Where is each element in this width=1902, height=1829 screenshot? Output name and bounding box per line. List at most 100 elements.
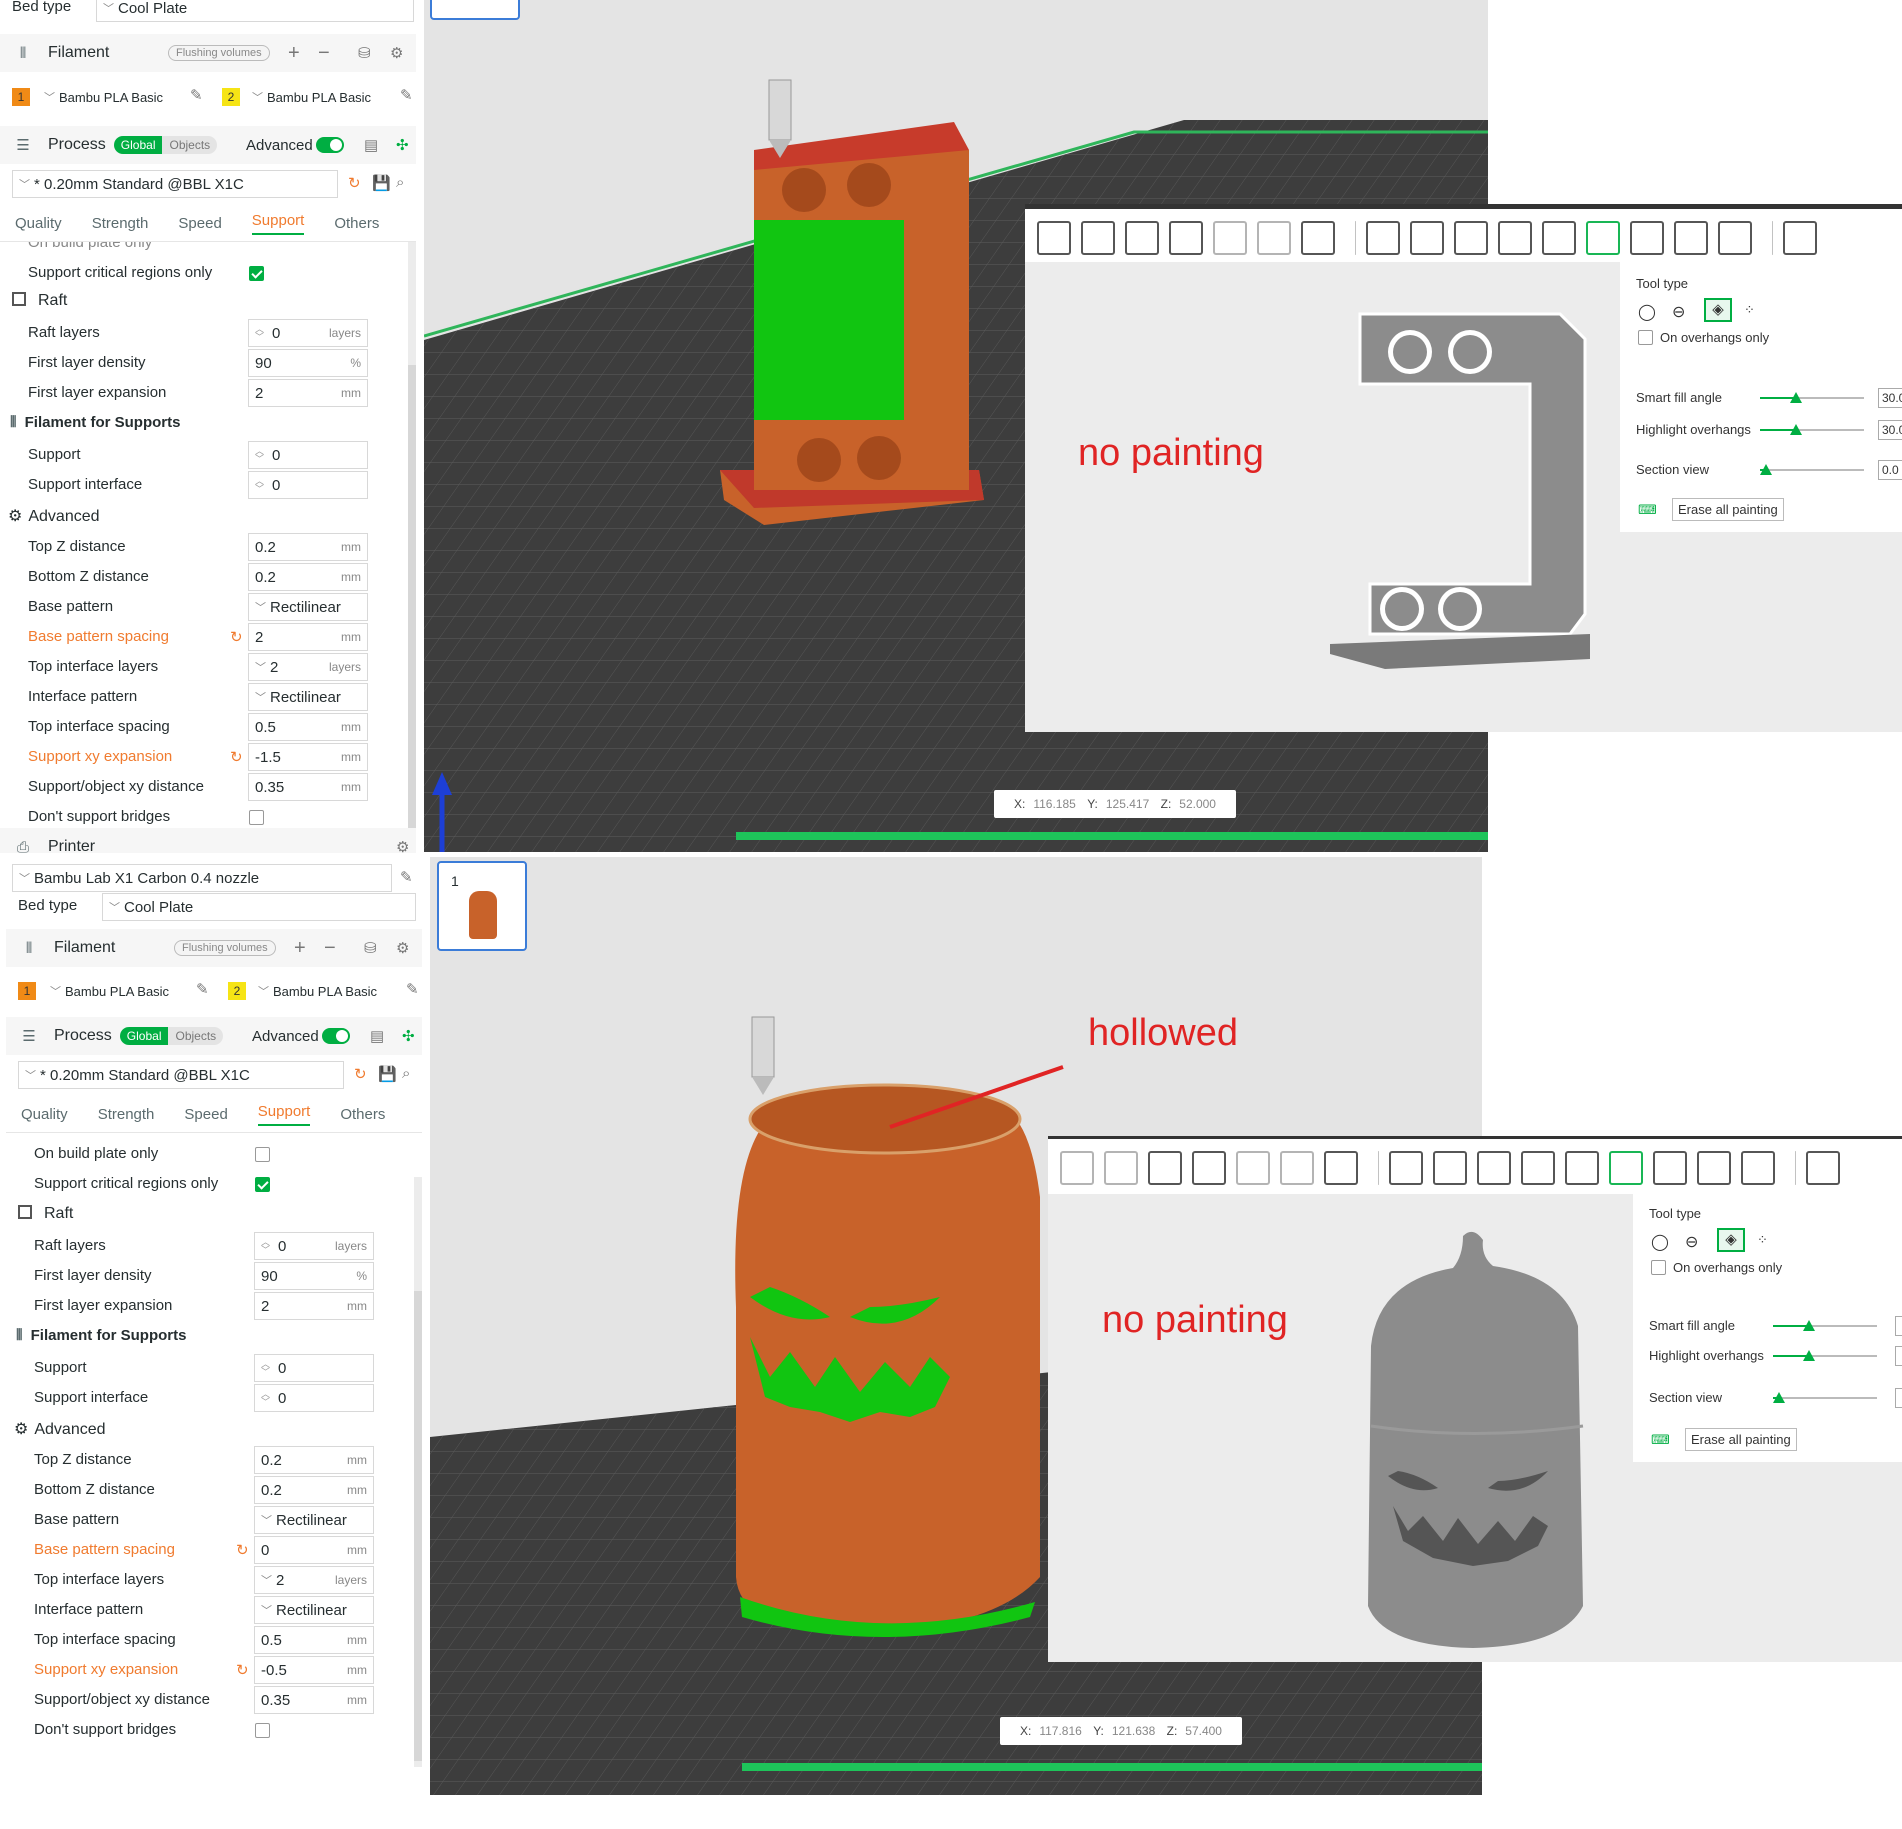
keyboard-icon[interactable]: ⌨ (1651, 1432, 1670, 1448)
filament-2-badge[interactable]: 2 (222, 88, 240, 106)
grid-icon[interactable] (1104, 1151, 1138, 1185)
remove-filament-icon[interactable]: − (324, 937, 336, 960)
raft-layers-input[interactable]: ︿ ﹀ 0 layers (254, 1232, 374, 1260)
remove-filament-icon[interactable]: − (318, 42, 330, 65)
section-view-slider[interactable] (1760, 469, 1864, 471)
tab-quality[interactable]: Quality (21, 1106, 68, 1123)
reset-icon[interactable]: ↻ (354, 1065, 367, 1083)
plate-icon[interactable] (1213, 221, 1247, 255)
objects-option[interactable]: Objects (162, 136, 218, 154)
rotate-icon[interactable] (1433, 1151, 1467, 1185)
interface-pattern-select[interactable]: ﹀ Rectilinear (248, 683, 368, 711)
first-layer-density-input[interactable]: 90% (254, 1262, 374, 1290)
filament-2-select[interactable]: ﹀ Bambu PLA Basic (246, 83, 392, 111)
scale-icon[interactable] (1477, 1151, 1511, 1185)
filament-1-select[interactable]: ﹀ Bambu PLA Basic (44, 977, 190, 1005)
erase-all-painting-button[interactable]: Erase all painting (1672, 498, 1784, 521)
support-paint-icon[interactable] (1609, 1151, 1643, 1185)
object-xy-distance-input[interactable]: 0.35 mm (254, 1686, 374, 1714)
support-filament-input[interactable]: ︿ ﹀ 0 (248, 441, 368, 469)
filament-1-badge[interactable]: 1 (12, 88, 30, 106)
plate-p-icon[interactable] (1257, 221, 1291, 255)
reset-icon[interactable]: ↻ (230, 748, 243, 766)
global-option[interactable]: Global (119, 1027, 169, 1045)
text-icon[interactable] (1697, 1151, 1731, 1185)
process-preset-select[interactable]: ﹀ * 0.20mm Standard @BBL X1C (12, 170, 338, 198)
smart-fill-slider[interactable] (1773, 1325, 1877, 1327)
bottom-z-input[interactable]: 0.2 mm (248, 563, 368, 591)
top-interface-spacing-input[interactable]: 0.5 mm (254, 1626, 374, 1654)
cut-icon[interactable] (1542, 221, 1576, 255)
critical-regions-checkbox[interactable] (255, 1177, 270, 1192)
filament-1-badge[interactable]: 1 (18, 982, 36, 1000)
reset-icon[interactable]: ↻ (348, 174, 361, 192)
list-icon[interactable]: ▤ (364, 136, 378, 154)
grid-icon[interactable] (1081, 221, 1115, 255)
plate-p-icon[interactable] (1280, 1151, 1314, 1185)
top-z-input[interactable]: 0.2 mm (254, 1446, 374, 1474)
slider-handle[interactable] (1773, 1392, 1785, 1403)
move-icon[interactable] (1366, 221, 1400, 255)
gap-fill-icon[interactable]: ⁘ (1757, 1232, 1768, 1248)
tab-others[interactable]: Others (340, 1106, 385, 1123)
raft-layers-input[interactable]: ︿ ﹀ 0 layers (248, 319, 368, 347)
tab-strength[interactable]: Strength (98, 1106, 155, 1123)
lay-on-face-icon[interactable] (1498, 221, 1532, 255)
first-layer-density-input[interactable]: 90% (248, 349, 368, 377)
dont-support-bridges-checkbox[interactable] (255, 1723, 270, 1738)
reset-icon[interactable]: ↻ (230, 628, 243, 646)
plate-thumbnail[interactable] (430, 0, 520, 20)
base-pattern-spacing-input[interactable]: 0 mm (254, 1536, 374, 1564)
filament-1-select[interactable]: ﹀ Bambu PLA Basic (38, 83, 184, 111)
edit-icon[interactable]: ✎ (400, 868, 413, 886)
move-icon[interactable] (1389, 1151, 1423, 1185)
base-pattern-spacing-input[interactable]: 2 mm (248, 623, 368, 651)
add-cube-icon[interactable] (1037, 221, 1071, 255)
support-filament-input[interactable]: ︿ ﹀ 0 (254, 1354, 374, 1382)
sphere-brush-icon[interactable]: ⊖ (1672, 302, 1685, 322)
smart-fill-slider[interactable] (1760, 397, 1864, 399)
edit-icon[interactable]: ✎ (400, 86, 413, 104)
overhangs-only-checkbox[interactable] (1638, 330, 1653, 345)
support-xy-expansion-input[interactable]: -1.5 mm (248, 743, 368, 771)
bottom-z-input[interactable]: 0.2 mm (254, 1476, 374, 1504)
reset-icon[interactable]: ↻ (236, 1541, 249, 1559)
object-xy-distance-input[interactable]: 0.35 mm (248, 773, 368, 801)
gear-icon[interactable]: ⚙ (396, 939, 409, 957)
tab-support[interactable]: Support (257, 1103, 311, 1126)
text-icon[interactable] (1674, 221, 1708, 255)
erase-all-painting-button[interactable]: Erase all painting (1685, 1428, 1797, 1451)
gear-icon[interactable]: ⚙ (390, 44, 403, 62)
add-filament-icon[interactable]: + (288, 42, 300, 65)
filament-2-select[interactable]: ﹀ Bambu PLA Basic (252, 977, 398, 1005)
highlight-overhangs-slider[interactable] (1760, 429, 1864, 431)
overhangs-only-checkbox[interactable] (1651, 1260, 1666, 1275)
filament-2-badge[interactable]: 2 (228, 982, 246, 1000)
base-pattern-select[interactable]: ﹀ Rectilinear (248, 593, 368, 621)
top-interface-spacing-input[interactable]: 0.5 mm (248, 713, 368, 741)
compare-icon[interactable]: ✣ (402, 1027, 415, 1045)
layers-icon[interactable] (1324, 1151, 1358, 1185)
slider-handle[interactable] (1790, 392, 1802, 403)
bed-type-select[interactable]: ﹀ Cool Plate (102, 893, 416, 921)
smart-fill-value[interactable] (1895, 1316, 1902, 1336)
lay-on-face-icon[interactable] (1521, 1151, 1555, 1185)
tab-speed[interactable]: Speed (184, 1106, 227, 1123)
compare-icon[interactable]: ✣ (396, 136, 409, 154)
advanced-toggle[interactable] (322, 1028, 350, 1044)
edit-icon[interactable]: ✎ (196, 980, 209, 998)
fill-brush-icon[interactable]: ◈ (1704, 298, 1732, 322)
tab-quality[interactable]: Quality (15, 215, 62, 232)
build-plate-only-checkbox[interactable] (255, 1147, 270, 1162)
keyboard-icon[interactable]: ⌨ (1638, 502, 1657, 518)
edit-icon[interactable]: ✎ (190, 86, 203, 104)
plate-thumbnail[interactable]: 1 (437, 861, 527, 951)
assembly-icon[interactable] (1783, 221, 1817, 255)
slider-handle[interactable] (1760, 464, 1772, 475)
add-cube-icon[interactable] (1060, 1151, 1094, 1185)
tab-others[interactable]: Others (334, 215, 379, 232)
support-interface-input[interactable]: ︿ ﹀ 0 (254, 1384, 374, 1412)
flushing-volumes-button[interactable]: Flushing volumes (168, 45, 270, 61)
flushing-volumes-button[interactable]: Flushing volumes (174, 940, 276, 956)
highlight-overhangs-value[interactable] (1895, 1346, 1902, 1366)
